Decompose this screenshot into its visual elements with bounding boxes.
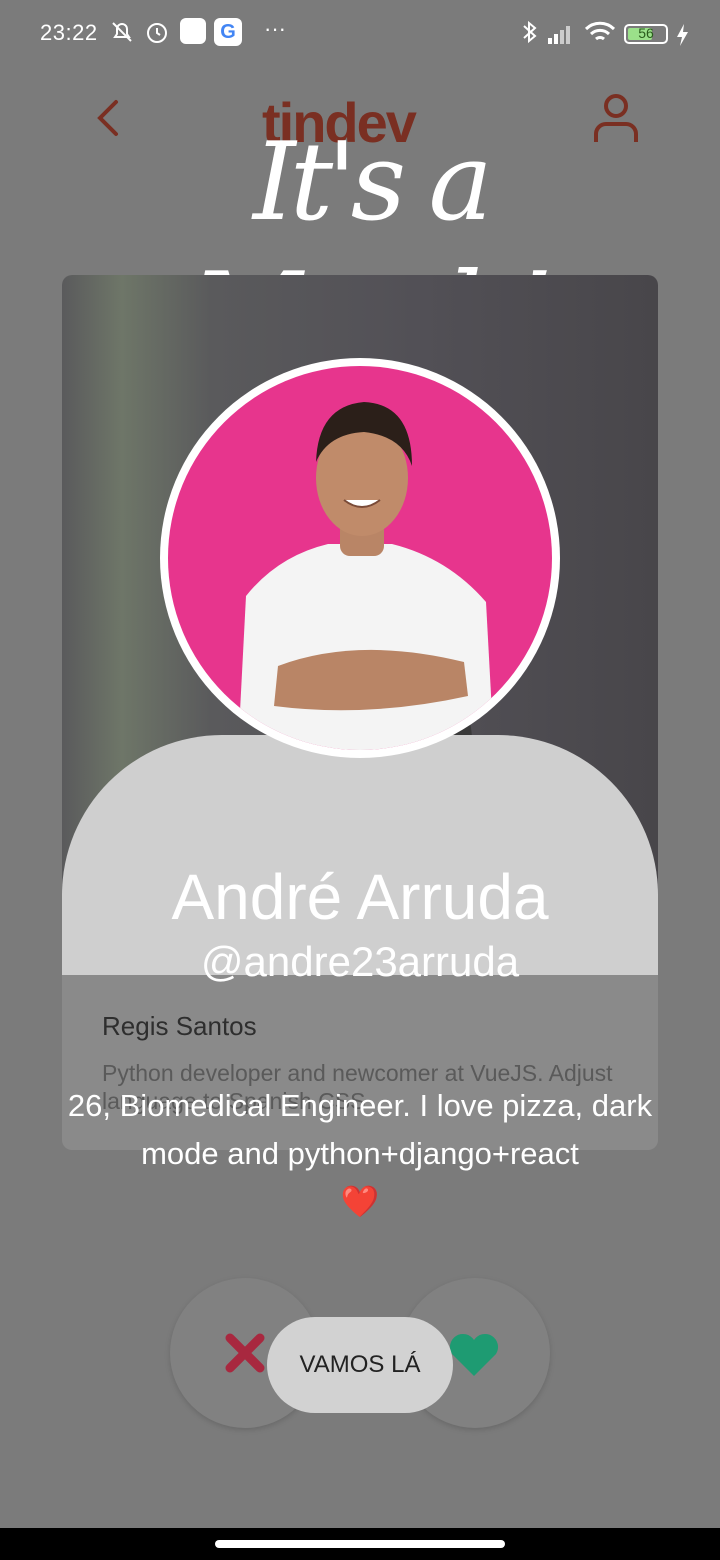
card-name: Regis Santos [102,1011,257,1041]
heart-icon [449,1333,499,1376]
bluetooth-icon [523,20,537,44]
match-bio-text: 26, Biomedical Engineer. I love pizza, d… [67,1088,653,1171]
battery-icon: 56 [624,24,668,44]
alarm-icon [147,23,167,43]
close-icon [225,1333,265,1373]
status-time: 23:22 [40,20,98,45]
match-handle: @andre23arruda [200,938,520,985]
charging-icon [677,24,688,46]
heart-emoji: ❤️ [340,1184,380,1219]
match-name: André Arruda [171,861,549,933]
match-avatar [160,358,560,758]
system-navigation-bar [0,1528,720,1560]
avatar-photo [168,366,552,750]
battery-level: 56 [638,25,654,41]
app-icon [180,18,206,44]
match-bio: 26, Biomedical Engineer. I love pizza, d… [60,1082,660,1226]
mute-bell-icon [112,22,132,42]
more-icon: ··· [264,16,286,41]
home-indicator[interactable] [215,1540,505,1548]
google-icon: G [214,18,242,46]
status-bar: 23:22 G ··· 56 [0,0,720,70]
wifi-icon [584,21,616,41]
signal-icon [548,26,570,44]
vamos-la-button[interactable]: VAMOS LÁ [267,1317,453,1413]
